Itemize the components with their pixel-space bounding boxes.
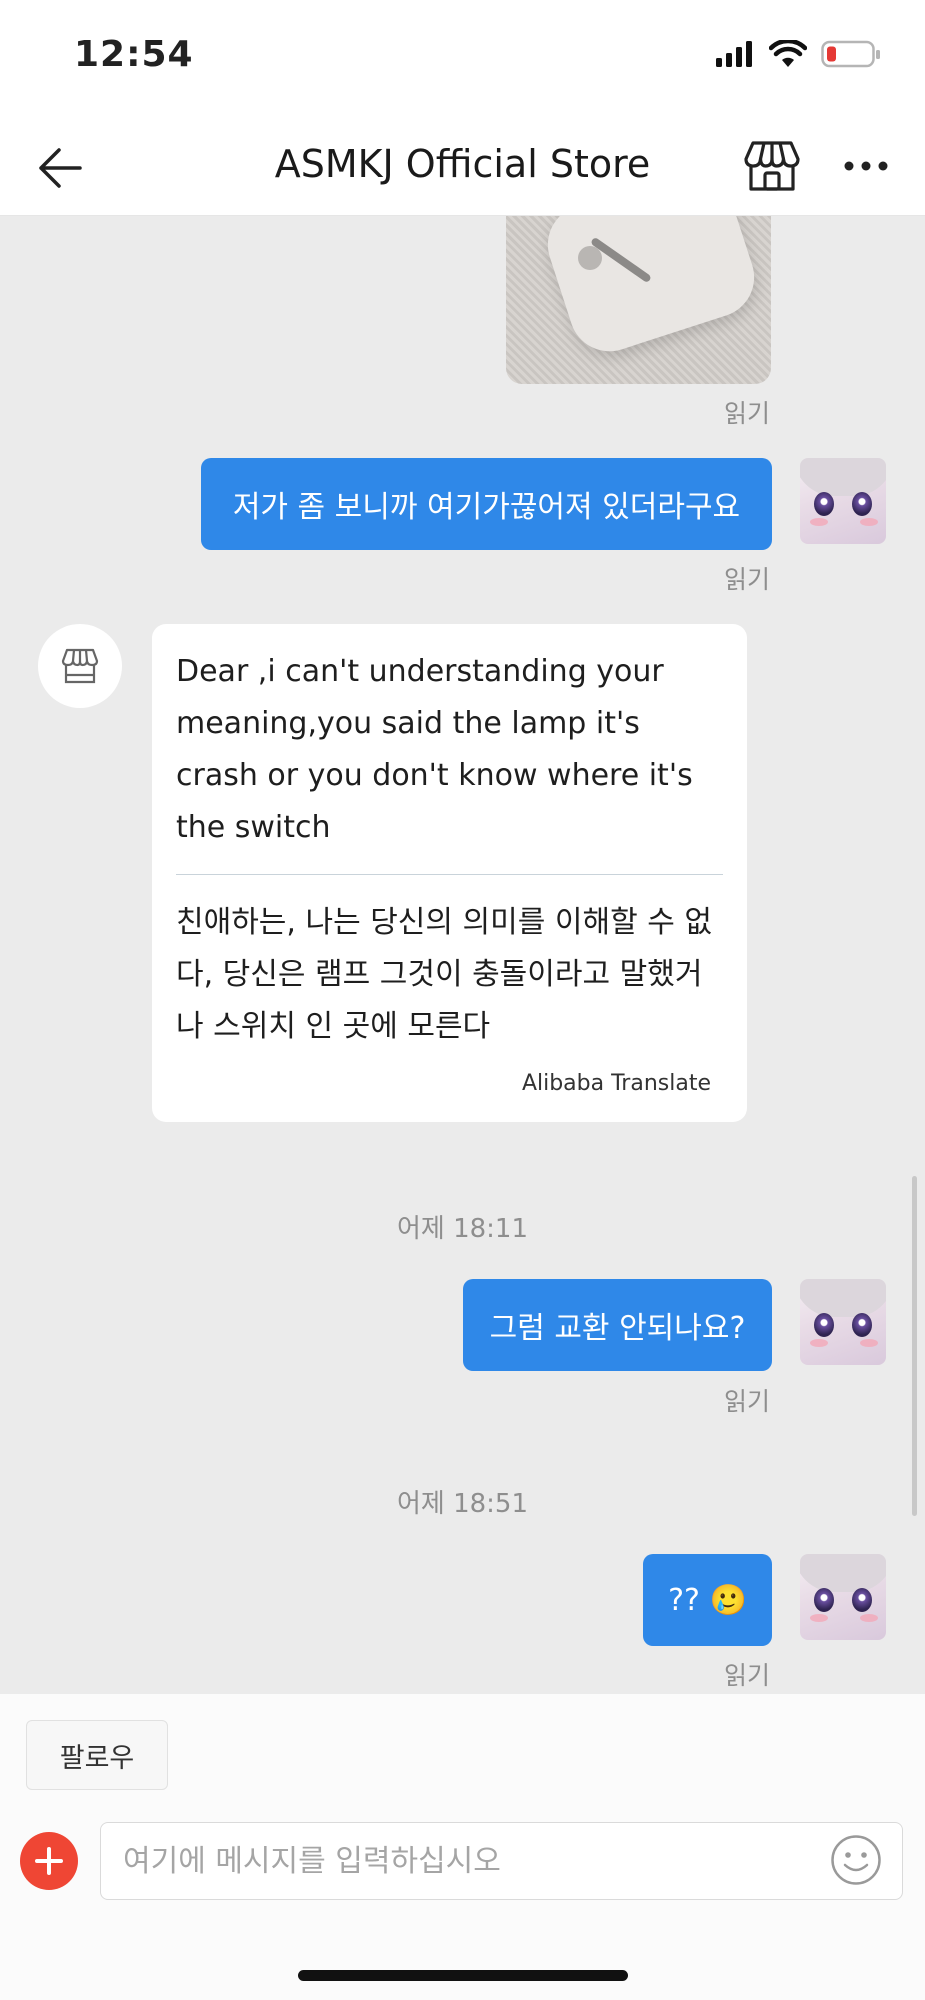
avatar-blush [810, 1614, 828, 1622]
incoming-message-original: Dear ,i can't understanding your meaning… [176, 654, 693, 845]
time-divider: 어제 18:51 [396, 1489, 529, 1519]
more-options-button[interactable] [834, 134, 898, 198]
back-arrow-icon [39, 148, 82, 188]
store-icon [744, 141, 800, 191]
chat-header: ASMKJ Official Store [0, 120, 925, 216]
read-receipt: 읽기 [724, 1387, 771, 1416]
store-avatar[interactable] [38, 624, 122, 708]
avatar-hair [800, 1279, 886, 1317]
read-receipt: 읽기 [724, 1661, 771, 1690]
translation-divider [176, 874, 723, 875]
read-receipt: 읽기 [724, 565, 771, 594]
image-message[interactable] [506, 216, 771, 384]
read-receipt: 읽기 [724, 399, 771, 428]
avatar-hair [800, 1554, 886, 1592]
avatar-blush [860, 1614, 878, 1622]
avatar-hair [800, 458, 886, 496]
store-icon [61, 648, 99, 684]
add-attachment-button[interactable] [20, 1832, 78, 1890]
avatar-eye [852, 1313, 872, 1337]
outgoing-message[interactable]: 저가 좀 보니까 여기가끊어져 있더라구요 [201, 458, 772, 550]
status-bar: 12:54 [0, 0, 925, 120]
wifi-icon [769, 40, 807, 67]
user-avatar[interactable] [800, 1554, 886, 1640]
store-button[interactable] [740, 134, 804, 198]
outgoing-message[interactable]: ?? 🥲 [643, 1554, 772, 1646]
incoming-message[interactable]: Dear ,i can't understanding your meaning… [152, 624, 747, 1122]
cellular-signal-icon [716, 41, 752, 67]
message-input[interactable] [100, 1822, 903, 1900]
time-divider: 어제 18:11 [396, 1214, 529, 1244]
smiley-icon [831, 1835, 881, 1885]
avatar-blush [810, 518, 828, 526]
more-dots-icon [844, 161, 888, 171]
outgoing-message[interactable]: 그럼 교환 안되나요? [463, 1279, 772, 1371]
scrollbar[interactable] [912, 1176, 917, 1516]
avatar-blush [860, 1339, 878, 1347]
avatar-blush [860, 518, 878, 526]
input-area: 팔로우 [0, 1694, 925, 2000]
battery-low-icon [821, 40, 880, 68]
avatar-eye [852, 492, 872, 516]
chat-area[interactable]: 읽기 저가 좀 보니까 여기가끊어져 있더라구요 읽기 Dear ,i can'… [0, 216, 925, 1694]
user-avatar[interactable] [800, 458, 886, 544]
image-content [537, 216, 765, 362]
user-avatar[interactable] [800, 1279, 886, 1365]
avatar-eye [814, 1313, 834, 1337]
avatar-blush [810, 1339, 828, 1347]
home-indicator[interactable] [298, 1970, 628, 1981]
plus-icon [35, 1847, 63, 1875]
image-detail-knob [578, 246, 602, 270]
avatar-eye [814, 1588, 834, 1612]
back-button[interactable] [30, 138, 90, 198]
follow-button[interactable]: 팔로우 [26, 1720, 168, 1790]
incoming-message-translation: 친애하는, 나는 당신의 의미를 이해할 수 없다, 당신은 램프 그것이 충돌… [176, 905, 712, 1044]
status-icons [715, 40, 881, 68]
avatar-eye [852, 1588, 872, 1612]
status-time: 12:54 [74, 34, 194, 75]
translation-credit: Alibaba Translate [521, 1071, 711, 1096]
emoji-button[interactable] [828, 1832, 884, 1888]
avatar-eye [814, 492, 834, 516]
